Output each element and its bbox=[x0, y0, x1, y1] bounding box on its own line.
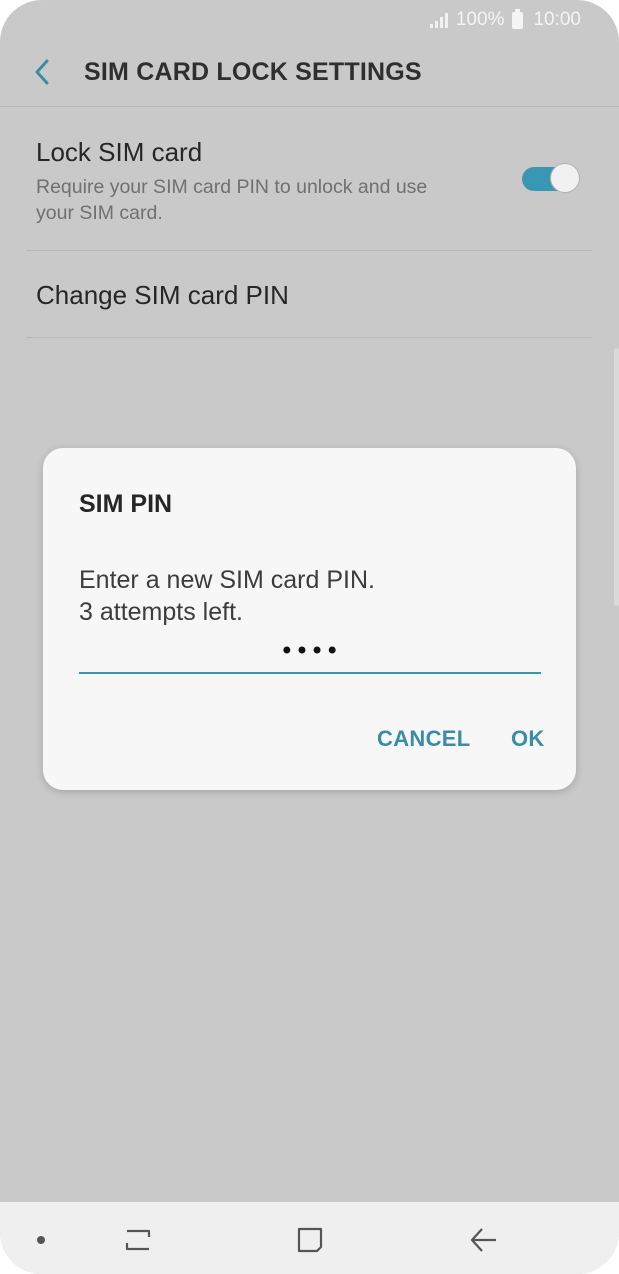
dot-icon bbox=[37, 1236, 45, 1244]
ok-button[interactable]: OK bbox=[511, 726, 545, 752]
home-icon bbox=[297, 1227, 323, 1253]
nav-back-button[interactable] bbox=[462, 1220, 506, 1260]
back-icon bbox=[470, 1228, 496, 1252]
navigation-bar bbox=[0, 1202, 619, 1274]
nav-dot-button[interactable] bbox=[19, 1220, 63, 1260]
back-button[interactable] bbox=[26, 54, 58, 90]
sim-pin-dialog: SIM PIN Enter a new SIM card PIN. 3 atte… bbox=[43, 448, 576, 790]
page-title: SIM CARD LOCK SETTINGS bbox=[84, 58, 422, 86]
toggle-knob bbox=[550, 163, 580, 193]
change-sim-pin-setting[interactable]: Change SIM card PIN bbox=[26, 251, 592, 337]
dialog-message: Enter a new SIM card PIN. 3 attempts lef… bbox=[79, 564, 549, 628]
lock-sim-card-setting[interactable]: Lock SIM card Require your SIM card PIN … bbox=[26, 107, 592, 250]
dialog-title: SIM PIN bbox=[79, 490, 173, 518]
battery-icon bbox=[512, 8, 524, 29]
recent-apps-icon bbox=[125, 1229, 151, 1251]
pin-input[interactable] bbox=[79, 630, 541, 674]
divider bbox=[26, 337, 592, 338]
status-bar: 100% 10:00 bbox=[0, 0, 619, 40]
app-bar: SIM CARD LOCK SETTINGS bbox=[0, 40, 619, 106]
cancel-button[interactable]: CANCEL bbox=[377, 726, 470, 752]
lock-sim-card-description: Require your SIM card PIN to unlock and … bbox=[36, 176, 428, 224]
signal-icon bbox=[429, 12, 448, 28]
recent-apps-button[interactable] bbox=[116, 1220, 160, 1260]
lock-sim-card-toggle[interactable] bbox=[522, 163, 580, 195]
back-arrow-icon bbox=[35, 59, 49, 85]
home-button[interactable] bbox=[288, 1220, 332, 1260]
clock: 10:00 bbox=[533, 9, 581, 30]
attempts-left-text: 3 attempts left. bbox=[79, 598, 243, 626]
scroll-indicator bbox=[614, 348, 619, 606]
dialog-instruction: Enter a new SIM card PIN. bbox=[79, 566, 375, 594]
lock-sim-card-title: Lock SIM card bbox=[36, 137, 203, 167]
change-sim-pin-title: Change SIM card PIN bbox=[36, 280, 289, 310]
battery-percentage: 100% bbox=[455, 9, 505, 30]
phone-screen: 100% 10:00 SIM CARD LOCK SETTINGS Lock S… bbox=[0, 0, 619, 1274]
